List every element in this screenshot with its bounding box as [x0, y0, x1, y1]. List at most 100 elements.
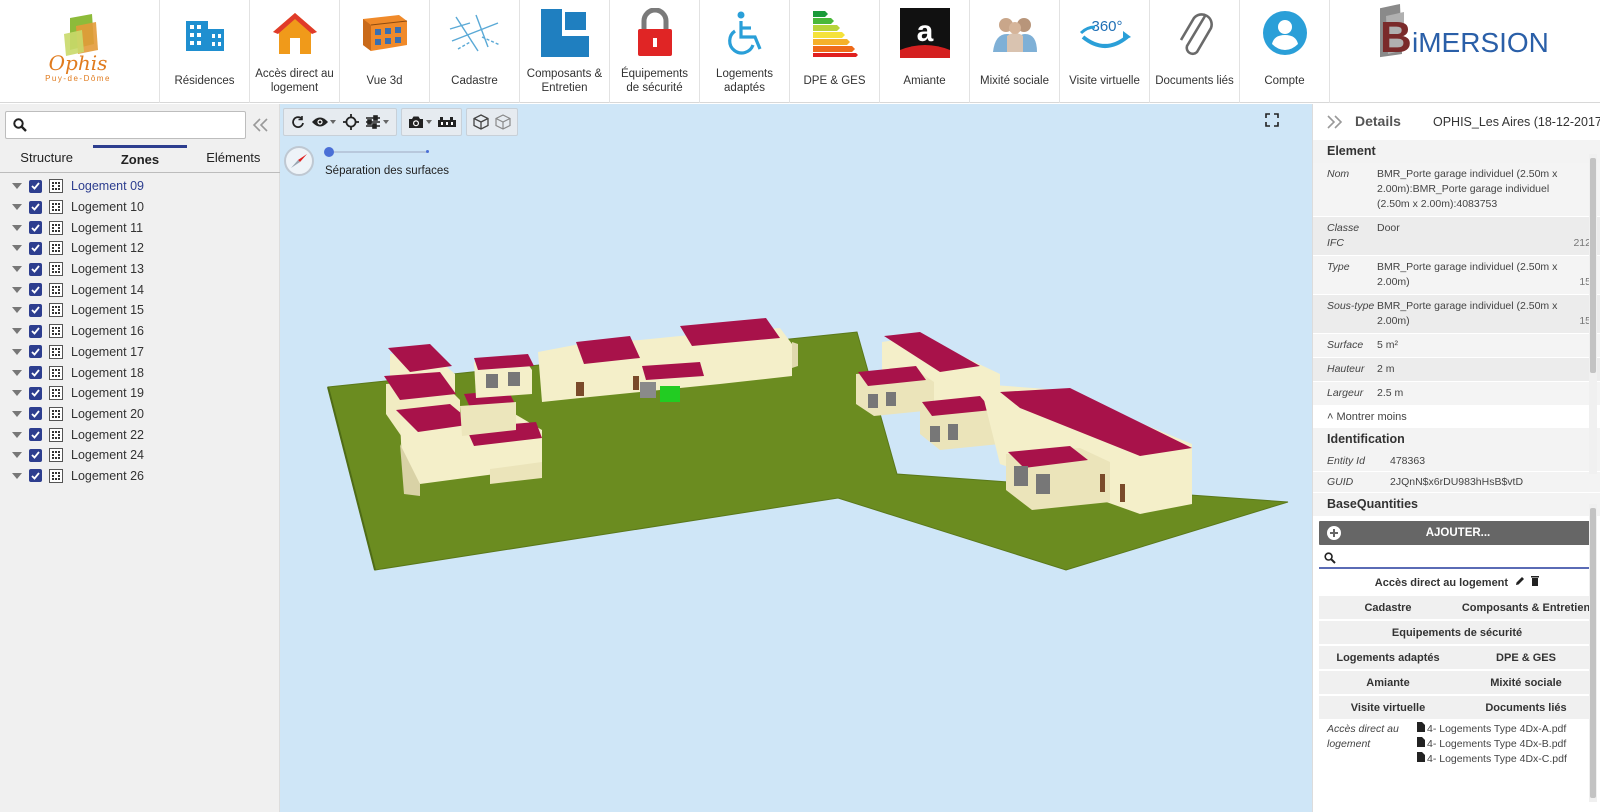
zone-search-input[interactable]: [34, 115, 239, 135]
slider-knob[interactable]: [324, 147, 334, 157]
zone-visibility-checkbox[interactable]: [29, 200, 42, 214]
section-element-header[interactable]: Element: [1313, 140, 1600, 163]
document-file-link[interactable]: 4- Logements Type 4Dx-C.pdf: [1417, 752, 1600, 767]
zone-label[interactable]: Logement 13: [71, 262, 144, 276]
3d-scene[interactable]: [280, 104, 1312, 812]
category-button[interactable]: Mixité sociale: [1457, 677, 1595, 689]
expand-caret-icon[interactable]: [12, 183, 22, 190]
expand-caret-icon[interactable]: [12, 286, 22, 293]
zone-label[interactable]: Logement 17: [71, 345, 144, 359]
document-search-box[interactable]: [1319, 548, 1595, 569]
cube-solid-button[interactable]: [470, 111, 492, 133]
scrollbar-thumb[interactable]: [1590, 158, 1596, 373]
expand-caret-icon[interactable]: [12, 245, 22, 252]
zone-tree-row[interactable]: Logement 26: [0, 466, 280, 487]
nav-documents-lies[interactable]: Documents liés: [1150, 0, 1240, 103]
zone-visibility-checkbox[interactable]: [29, 345, 42, 359]
zone-label[interactable]: Logement 26: [71, 469, 144, 483]
zone-label[interactable]: Logement 09: [71, 179, 144, 193]
document-file-link[interactable]: 4- Logements Type 4Dx-A.pdf: [1417, 722, 1600, 737]
edit-pencil-icon[interactable]: [1515, 576, 1525, 586]
section-identification-header[interactable]: Identification: [1313, 428, 1600, 451]
zone-tree-row[interactable]: Logement 10: [0, 197, 280, 218]
fullscreen-button[interactable]: [1265, 113, 1281, 129]
zone-label[interactable]: Logement 22: [71, 428, 144, 442]
zone-label[interactable]: Logement 12: [71, 241, 144, 255]
tab-zones[interactable]: Zones: [93, 145, 187, 172]
nav-vue-3d[interactable]: Vue 3d: [340, 0, 430, 103]
scrollbar-thumb[interactable]: [1590, 508, 1596, 798]
category-button[interactable]: Logements adaptés: [1319, 652, 1457, 664]
zone-tree-row[interactable]: Logement 20: [0, 404, 280, 425]
zone-visibility-checkbox[interactable]: [29, 262, 42, 276]
expand-caret-icon[interactable]: [12, 266, 22, 273]
tab-structure[interactable]: Structure: [0, 145, 93, 172]
document-search-input[interactable]: [1341, 550, 1561, 566]
details-scrollbar-top[interactable]: [1589, 154, 1597, 474]
zone-tree-row[interactable]: Logement 22: [0, 424, 280, 445]
nav-dpe-ges[interactable]: DPE & GES: [790, 0, 880, 103]
visibility-dropdown-caret[interactable]: [330, 120, 336, 124]
zone-visibility-checkbox[interactable]: [29, 407, 42, 421]
zone-tree-row[interactable]: Logement 15: [0, 300, 280, 321]
zone-visibility-checkbox[interactable]: [29, 469, 42, 483]
category-button[interactable]: Equipements de sécurité: [1319, 627, 1595, 639]
selected-garage-door[interactable]: [660, 386, 680, 402]
nav-composants[interactable]: Composants & Entretien: [520, 0, 610, 103]
settings-sliders-button[interactable]: [362, 111, 384, 133]
zone-tree-row[interactable]: Logement 11: [0, 217, 280, 238]
zone-label[interactable]: Logement 16: [71, 324, 144, 338]
zone-tree-row[interactable]: Logement 19: [0, 383, 280, 404]
screenshot-button[interactable]: [405, 111, 427, 133]
expand-caret-icon[interactable]: [12, 390, 22, 397]
zone-tree-row[interactable]: Logement 24: [0, 445, 280, 466]
expand-caret-icon[interactable]: [12, 431, 22, 438]
nav-securite[interactable]: Équipements de sécurité: [610, 0, 700, 103]
target-button[interactable]: [340, 111, 362, 133]
ophis-logo[interactable]: Ophis Puy-de-Dôme: [0, 0, 160, 103]
category-button[interactable]: Visite virtuelle: [1319, 702, 1457, 714]
nav-logements-adaptes[interactable]: Logements adaptés: [700, 0, 790, 103]
zone-label[interactable]: Logement 18: [71, 366, 144, 380]
screenshot-dropdown-caret[interactable]: [426, 120, 432, 124]
expand-caret-icon[interactable]: [12, 452, 22, 459]
expand-caret-icon[interactable]: [12, 328, 22, 335]
bimersion-logo[interactable]: B iMERSION: [1372, 0, 1600, 103]
collapse-left-panel-button[interactable]: [250, 116, 272, 134]
zone-visibility-checkbox[interactable]: [29, 241, 42, 255]
measure-button[interactable]: [436, 111, 458, 133]
compass-button[interactable]: [284, 146, 314, 176]
expand-caret-icon[interactable]: [12, 348, 22, 355]
zone-visibility-checkbox[interactable]: [29, 324, 42, 338]
zone-visibility-checkbox[interactable]: [29, 448, 42, 462]
expand-caret-icon[interactable]: [12, 472, 22, 479]
zone-tree-row[interactable]: Logement 18: [0, 362, 280, 383]
expand-caret-icon[interactable]: [12, 369, 22, 376]
expand-caret-icon[interactable]: [12, 204, 22, 211]
nav-acces-direct[interactable]: Accès direct au logement: [250, 0, 340, 103]
details-scrollbar-bottom[interactable]: [1589, 504, 1597, 802]
tab-elements[interactable]: Eléments: [187, 145, 280, 172]
zone-label[interactable]: Logement 24: [71, 448, 144, 462]
category-acces-direct[interactable]: Accès direct au logement: [1319, 576, 1595, 589]
nav-visite-virtuelle[interactable]: 360° Visite virtuelle: [1060, 0, 1150, 103]
expand-caret-icon[interactable]: [12, 307, 22, 314]
reset-view-button[interactable]: [287, 111, 309, 133]
category-button[interactable]: Documents liés: [1457, 702, 1595, 714]
document-file-link[interactable]: 4- Logements Type 4Dx-B.pdf: [1417, 737, 1600, 752]
category-button[interactable]: Cadastre: [1319, 602, 1457, 614]
visibility-button[interactable]: [309, 111, 331, 133]
zone-search-box[interactable]: [5, 111, 246, 139]
zone-tree-row[interactable]: Logement 17: [0, 342, 280, 363]
nav-cadastre[interactable]: Cadastre: [430, 0, 520, 103]
zone-label[interactable]: Logement 15: [71, 303, 144, 317]
expand-details-button[interactable]: [1325, 114, 1345, 130]
category-button[interactable]: Amiante: [1319, 677, 1457, 689]
trash-icon[interactable]: [1531, 576, 1540, 586]
zone-visibility-checkbox[interactable]: [29, 179, 42, 193]
zone-label[interactable]: Logement 11: [71, 221, 143, 235]
zone-visibility-checkbox[interactable]: [29, 303, 42, 317]
section-basequantities-header[interactable]: BaseQuantities: [1313, 493, 1600, 516]
nav-amiante[interactable]: a Amiante: [880, 0, 970, 103]
nav-residences[interactable]: Résidences: [160, 0, 250, 103]
